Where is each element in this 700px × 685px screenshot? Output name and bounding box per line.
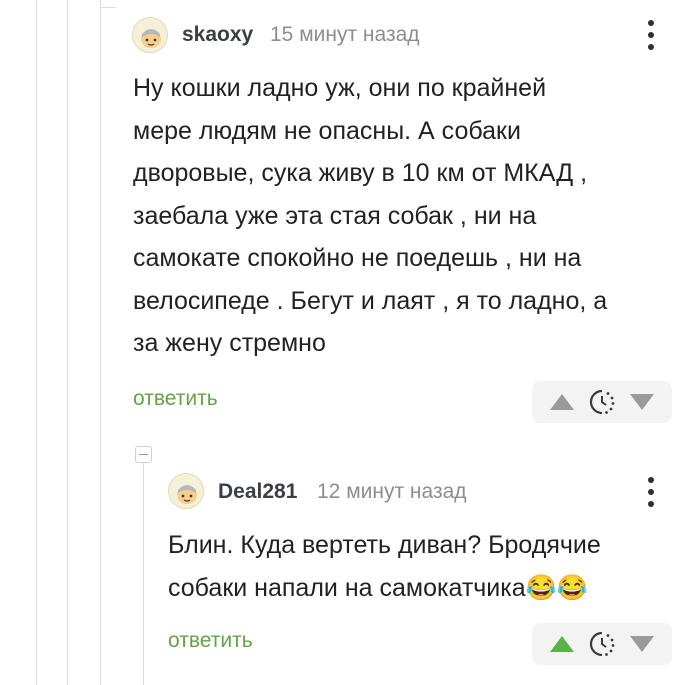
thread-line xyxy=(36,0,37,685)
comment-text-line: за жену стремно xyxy=(133,329,326,357)
more-vertical-icon xyxy=(648,20,654,26)
comment-text: Ну кошки ладно уж, они по крайней мере л… xyxy=(133,67,607,365)
thread-line xyxy=(67,0,68,685)
comment-text-line: дворовые, сука живу в 10 км от МКАД , xyxy=(133,159,588,187)
comment-timestamp[interactable]: 15 минут назад xyxy=(270,23,420,47)
thread-line xyxy=(100,8,101,685)
rating-widget xyxy=(532,381,672,423)
avatar[interactable] xyxy=(132,17,168,53)
triangle-up-icon[interactable] xyxy=(548,634,576,654)
comment-text-line: собаки напали на самокатчика😂😂 xyxy=(168,573,588,602)
triangle-down-icon[interactable] xyxy=(628,392,656,412)
comment-text: Блин. Куда вертеть диван? Бродячие собак… xyxy=(168,524,601,609)
triangle-up-icon[interactable] xyxy=(548,392,576,412)
thread-connector xyxy=(100,7,116,8)
rating-widget xyxy=(532,623,672,665)
comment-text-line: самокате спокойно не поедешь , ни на xyxy=(133,244,582,272)
reply-button[interactable]: ответить xyxy=(168,629,253,653)
clock-dotted-icon[interactable] xyxy=(588,630,616,658)
comment-text-line: мере людям не опасны. А собаки xyxy=(133,116,521,145)
comment-menu-button[interactable] xyxy=(641,477,661,507)
comment-text-line: Ну кошки ладно уж, они по крайней xyxy=(133,74,547,102)
comment-author[interactable]: skaoxy xyxy=(182,23,253,47)
comment-timestamp[interactable]: 12 минут назад xyxy=(317,480,467,504)
collapse-thread-button[interactable] xyxy=(135,446,152,463)
comment-menu-button[interactable] xyxy=(641,20,661,50)
comment-text-line: заебала уже эта стая собак , ни на xyxy=(133,201,537,230)
comment-text-line: Блин. Куда вертеть диван? Бродячие xyxy=(168,531,601,559)
comment-text-line: велосипеде . Бегут и лаят , я то ладно, … xyxy=(133,286,608,315)
clock-dotted-icon[interactable] xyxy=(588,388,616,416)
thread-line xyxy=(143,463,144,685)
avatar-face-icon xyxy=(141,29,161,48)
triangle-down-icon[interactable] xyxy=(628,634,656,654)
avatar-face-icon xyxy=(177,485,197,504)
reply-button[interactable]: ответить xyxy=(133,387,218,411)
menu-dot xyxy=(648,501,654,507)
more-vertical-icon xyxy=(648,477,654,483)
menu-dot xyxy=(648,32,654,38)
comment-author[interactable]: Deal281 xyxy=(218,480,297,504)
avatar[interactable] xyxy=(168,473,204,509)
menu-dot xyxy=(648,489,654,495)
menu-dot xyxy=(648,44,654,50)
